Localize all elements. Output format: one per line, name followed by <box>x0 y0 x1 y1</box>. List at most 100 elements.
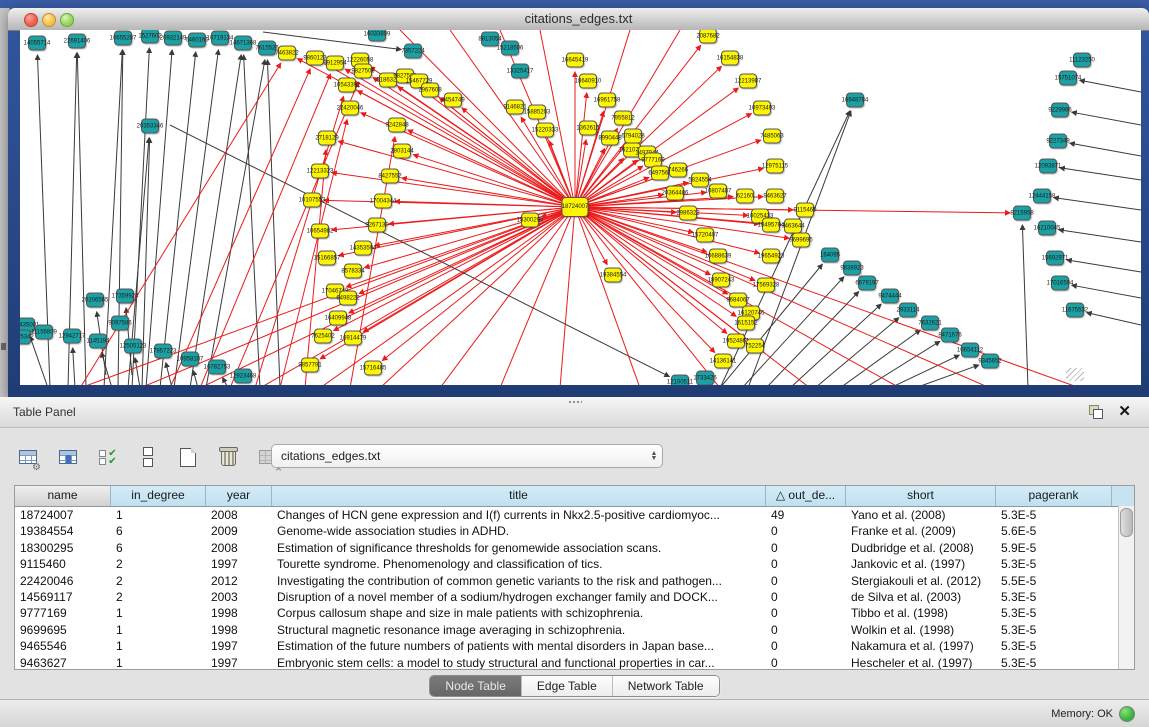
graph-node[interactable]: 10654112 <box>961 343 979 358</box>
graph-node[interactable]: 16033809 <box>368 30 386 42</box>
graph-node[interactable]: 20206565 <box>86 293 104 308</box>
graph-node[interactable]: 18907243 <box>712 273 730 288</box>
table-row[interactable]: 946554611997Estimation of the future num… <box>15 638 1134 654</box>
graph-node[interactable]: 7632621 <box>921 316 939 331</box>
network-canvas[interactable]: 1405571422691406106552871527602209321496… <box>20 30 1141 385</box>
graph-node[interactable]: 20932149 <box>164 31 182 46</box>
graph-node[interactable]: 9860123 <box>306 51 324 66</box>
tab-node-table[interactable]: Node Table <box>430 676 521 696</box>
graph-node[interactable]: 9242848 <box>388 118 406 133</box>
graph-node[interactable]: 18495784 <box>762 218 780 233</box>
graph-node[interactable]: 10655287 <box>114 31 132 46</box>
graph-node[interactable]: 752254 <box>746 339 764 354</box>
float-window-icon[interactable] <box>1089 405 1103 419</box>
graph-node[interactable]: 18640910 <box>579 74 597 89</box>
graph-node[interactable]: 7463822 <box>278 46 296 61</box>
column-header-out_degree[interactable]: △ out_de... <box>766 486 846 506</box>
table-row[interactable]: 1830029562008Estimation of significance … <box>15 540 1134 556</box>
graph-node[interactable]: 10973493 <box>753 101 771 116</box>
table-row[interactable]: 2242004622012Investigating the contribut… <box>15 573 1134 589</box>
graph-node[interactable]: 14055714 <box>28 36 46 51</box>
graph-node[interactable]: 17004344 <box>374 194 392 209</box>
minimize-window-button[interactable] <box>42 13 56 27</box>
graph-node[interactable]: 12923468 <box>234 369 252 384</box>
graph-node[interactable]: 11123250 <box>1073 53 1091 68</box>
table-row[interactable]: 1938455462009Genome-wide association stu… <box>15 523 1134 539</box>
row-split-icon[interactable] <box>134 443 162 471</box>
graph-node[interactable]: 20353346 <box>141 119 159 134</box>
graph-node[interactable]: 15885203 <box>528 105 546 120</box>
table-row[interactable]: 977716911998Corpus callosum shape and si… <box>15 605 1134 621</box>
graph-node[interactable]: 7625402 <box>314 329 332 344</box>
graph-node[interactable]: 11675532 <box>1066 303 1084 318</box>
graph-node[interactable]: 5824554 <box>691 173 709 188</box>
close-window-button[interactable] <box>24 13 38 27</box>
graph-node[interactable]: 10107553 <box>303 193 321 208</box>
graph-node[interactable]: 12505123 <box>124 339 142 354</box>
tab-edge-table[interactable]: Edge Table <box>521 676 612 696</box>
graph-node[interactable]: 8990448 <box>601 131 619 146</box>
graph-node[interactable]: 164095 <box>821 248 839 263</box>
table-mode-icon[interactable]: ⚙ <box>14 443 42 471</box>
graph-node[interactable]: 7615526 <box>258 41 276 56</box>
zoom-window-button[interactable] <box>60 13 74 27</box>
graph-node[interactable]: 1362615 <box>579 121 597 136</box>
graph-node[interactable]: 9146821 <box>506 100 524 115</box>
close-icon[interactable]: ✕ <box>1118 402 1131 420</box>
graph-node[interactable]: 8215958 <box>1013 206 1031 221</box>
graph-node[interactable]: 16154838 <box>721 51 739 66</box>
graph-node[interactable]: 16645419 <box>566 53 584 68</box>
graph-node[interactable]: 16914479 <box>344 331 362 346</box>
graph-node[interactable]: 15692971 <box>1046 251 1064 266</box>
graph-node[interactable]: 9345652 <box>981 354 999 369</box>
panel-divider-grip[interactable] <box>568 400 582 404</box>
table-row[interactable]: 1456911722003Disruption of a novel membe… <box>15 589 1134 605</box>
graph-node[interactable]: 15220333 <box>536 123 554 138</box>
graph-node[interactable]: 12942717 <box>63 329 81 344</box>
window-titlebar[interactable]: citations_edges.txt <box>8 8 1149 31</box>
graph-node[interactable]: 1527602 <box>141 30 159 44</box>
graph-node[interactable]: 14136141 <box>714 354 732 369</box>
graph-node[interactable]: 6498222 <box>339 291 357 306</box>
graph-node[interactable]: 15166857 <box>318 251 336 266</box>
graph-node[interactable]: 9857791 <box>301 358 319 373</box>
graph-node[interactable]: 15218506 <box>501 41 519 56</box>
graph-node[interactable]: 10719134 <box>211 31 229 46</box>
column-header-name[interactable]: name <box>15 486 111 506</box>
graph-node[interactable]: 9463644 <box>784 219 802 234</box>
graph-node[interactable]: 7485063 <box>763 129 781 144</box>
graph-node[interactable]: 15751074 <box>1059 71 1077 86</box>
graph-node[interactable]: 10543392 <box>338 78 356 93</box>
table-row[interactable]: 1872400712008Changes of HCN gene express… <box>15 507 1134 523</box>
tab-network-table[interactable]: Network Table <box>612 676 719 696</box>
graph-node[interactable]: 9827509 <box>354 64 372 79</box>
graph-node[interactable]: 12213323 <box>311 164 329 179</box>
graph-node[interactable]: 9463627 <box>766 189 784 204</box>
graph-node[interactable]: 16648784 <box>846 93 864 108</box>
column-checklist-icon[interactable]: ✔ ✔ <box>94 443 122 471</box>
graph-node[interactable]: 2933114 <box>899 303 917 318</box>
graph-node[interactable]: 9838923 <box>843 261 861 276</box>
graph-node[interactable]: 2803144 <box>393 144 411 159</box>
graph-node[interactable]: 11156809 <box>35 325 53 340</box>
graph-node[interactable]: 18724007 <box>562 197 589 217</box>
graph-node[interactable]: 18300295 <box>521 213 539 228</box>
table-row[interactable]: 946362711997Embryonic stem cells: a mode… <box>15 655 1134 670</box>
graph-node[interactable]: 16409948 <box>329 311 347 326</box>
graph-node[interactable]: 6794028 <box>624 129 642 144</box>
graph-node[interactable]: 16782753 <box>208 360 226 375</box>
table-select-dropdown[interactable]: citations_edges.txt ▲▼ <box>271 444 663 468</box>
graph-node[interactable]: 14671368 <box>234 36 252 51</box>
graph-node[interactable]: 9474444 <box>881 289 899 304</box>
graph-node[interactable]: 2986322 <box>679 206 697 221</box>
column-header-in_degree[interactable]: in_degree <box>111 486 206 506</box>
graph-node[interactable]: 9115460 <box>796 203 814 218</box>
graph-node[interactable]: 3315342 <box>20 330 31 345</box>
graph-node[interactable]: 19524861 <box>727 334 745 349</box>
graph-node[interactable]: 17569328 <box>757 278 775 293</box>
graph-node[interactable]: 2718129 <box>318 131 336 146</box>
graph-node[interactable]: 14353594 <box>354 241 372 256</box>
column-select-icon[interactable] <box>54 443 82 471</box>
column-header-year[interactable]: year <box>206 486 272 506</box>
graph-node[interactable]: 10807487 <box>709 184 727 199</box>
